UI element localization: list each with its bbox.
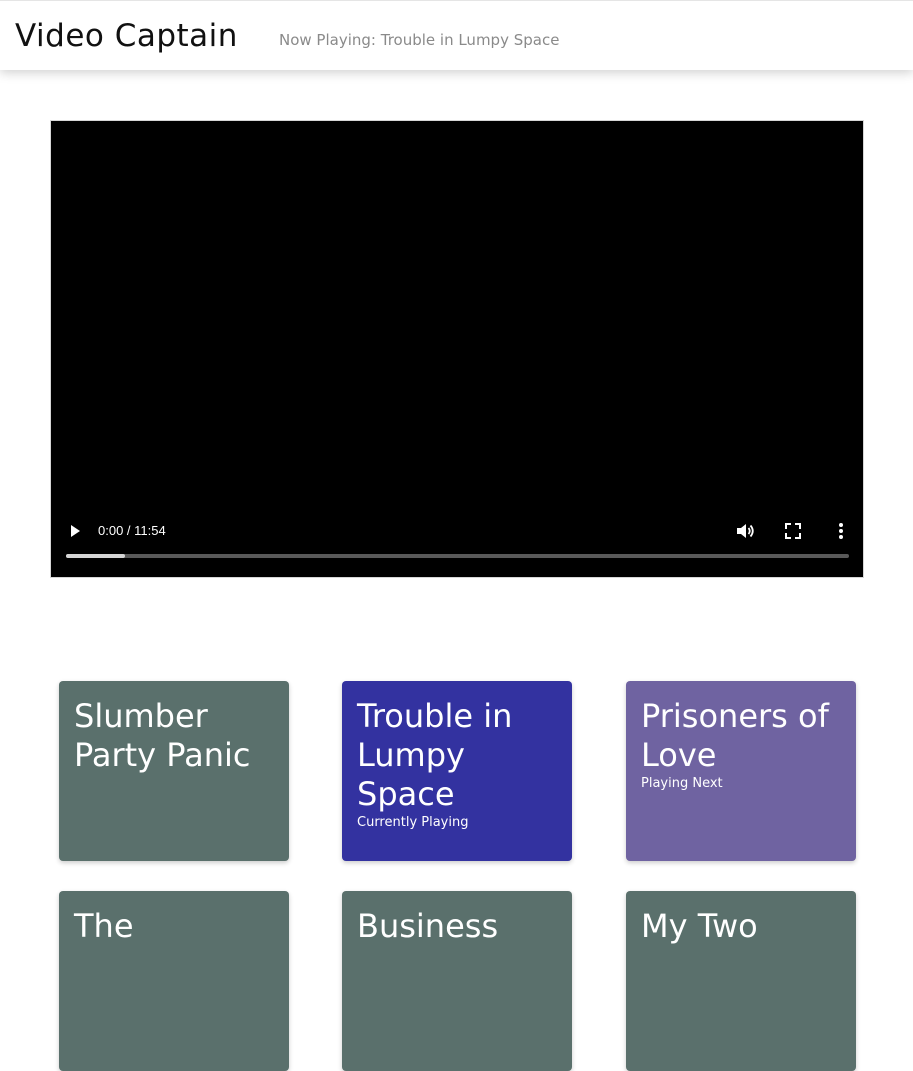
fullscreen-button[interactable] bbox=[783, 521, 803, 541]
episode-status: Currently Playing bbox=[357, 815, 469, 830]
buffered-progress bbox=[66, 554, 125, 558]
fullscreen-icon bbox=[785, 523, 801, 539]
episode-card-slumber-party-panic[interactable]: Slumber Party Panic bbox=[59, 681, 289, 861]
episode-title: Trouble in Lumpy Space bbox=[357, 697, 513, 813]
time-display: 0:00 / 11:54 bbox=[98, 523, 166, 538]
episode-card-business[interactable]: Business bbox=[342, 891, 572, 1071]
episode-title: Prisoners of Love bbox=[641, 697, 829, 774]
episode-status: Playing Next bbox=[641, 776, 723, 791]
more-options-icon bbox=[839, 523, 843, 539]
episode-card-the[interactable]: The bbox=[59, 891, 289, 1071]
app-brand[interactable]: Video Captain bbox=[15, 18, 238, 54]
volume-icon bbox=[737, 524, 754, 538]
episode-title: My Two bbox=[641, 907, 758, 945]
episode-card-prisoners-of-love[interactable]: Prisoners of Love Playing Next bbox=[626, 681, 856, 861]
episode-title: Business bbox=[357, 907, 499, 945]
volume-button[interactable] bbox=[735, 521, 755, 541]
more-options-button[interactable] bbox=[831, 521, 851, 541]
play-button[interactable] bbox=[67, 523, 83, 539]
episode-title: The bbox=[74, 907, 134, 945]
video-player[interactable]: 0:00 / 11:54 bbox=[50, 120, 864, 578]
top-navbar: Video Captain Now Playing: Trouble in Lu… bbox=[0, 0, 913, 70]
episode-card-trouble-in-lumpy-space[interactable]: Trouble in Lumpy Space Currently Playing bbox=[342, 681, 572, 861]
episode-card-my-two[interactable]: My Two bbox=[626, 891, 856, 1071]
now-playing-label: Now Playing: Trouble in Lumpy Space bbox=[279, 31, 560, 49]
episode-title: Slumber Party Panic bbox=[74, 697, 251, 774]
play-icon bbox=[71, 525, 80, 537]
progress-scrubber[interactable] bbox=[66, 554, 849, 558]
